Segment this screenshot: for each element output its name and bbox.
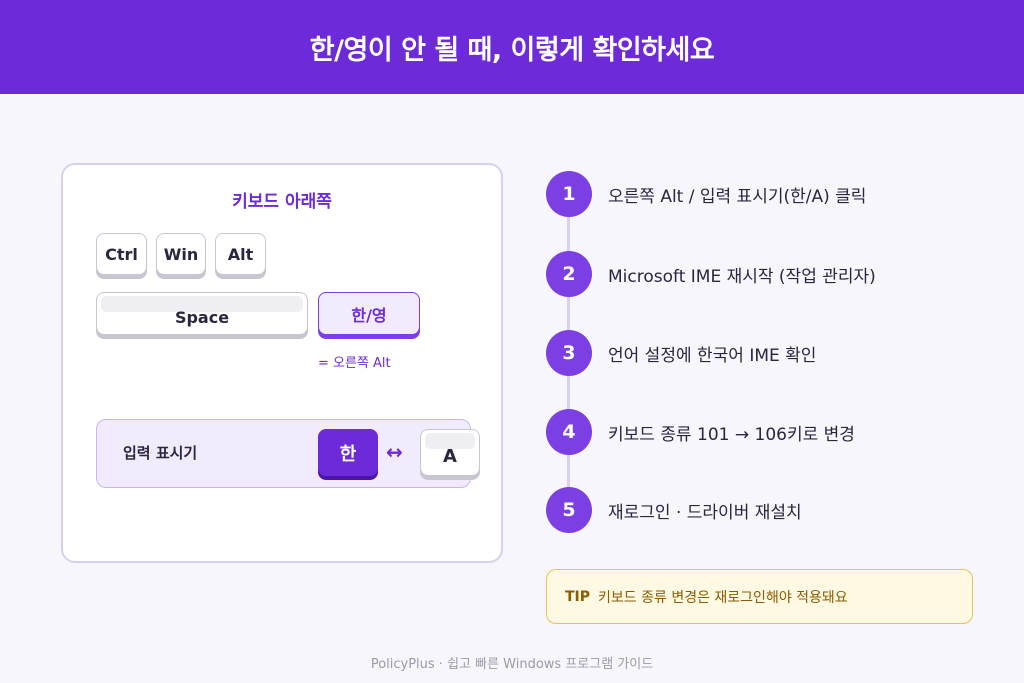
hanyoung-key: 한/영: [318, 292, 420, 335]
hanyoung-key-label: 한/영: [351, 305, 387, 325]
space-key-label: Space: [174, 308, 230, 327]
step-text: 오른쪽 Alt / 입력 표시기(한/A) 클릭: [608, 186, 867, 207]
header-banner: 한/영이 안 될 때, 이렇게 확인하세요: [0, 0, 1024, 94]
step-5: 5 재로그인 · 드라이버 재설치: [546, 487, 802, 533]
footer-credit: PolicyPlus · 쉽고 빠른 Windows 프로그램 가이드: [370, 657, 654, 672]
win-key-label: Win: [163, 244, 199, 264]
tip-label: TIP: [565, 588, 591, 605]
win-key: Win: [156, 233, 206, 275]
step-number-badge: 4: [546, 409, 592, 455]
hanyoung-note: = 오른쪽 Alt: [318, 356, 391, 371]
english-mode-label: A: [443, 446, 457, 467]
keyboard-card: 키보드 아래쪽 Ctrl Win Alt Space 한/영 = 오른쪽 Alt…: [61, 163, 503, 563]
tip-box: TIP 키보드 종류 변경은 재로그인해야 적용돼요: [546, 569, 973, 624]
input-indicator-label: 입력 표시기: [123, 444, 198, 462]
step-text: 재로그인 · 드라이버 재설치: [608, 502, 802, 523]
keyboard-card-title: 키보드 아래쪽: [232, 192, 332, 212]
step-number-badge: 5: [546, 487, 592, 533]
english-mode-key: A: [420, 429, 480, 476]
ctrl-key-label: Ctrl: [105, 244, 138, 264]
step-text: Microsoft IME 재시작 (작업 관리자): [608, 266, 876, 287]
swap-arrow-icon: ↔: [386, 440, 403, 464]
step-text: 키보드 종류 101 → 106키로 변경: [608, 424, 855, 445]
step-4: 4 키보드 종류 101 → 106키로 변경: [546, 409, 855, 455]
step-1: 1 오른쪽 Alt / 입력 표시기(한/A) 클릭: [546, 171, 866, 217]
alt-key-label: Alt: [227, 244, 254, 264]
space-key: Space: [96, 292, 308, 335]
alt-key: Alt: [215, 233, 266, 275]
step-2: 2 Microsoft IME 재시작 (작업 관리자): [546, 251, 876, 297]
ctrl-key: Ctrl: [96, 233, 147, 275]
step-number-badge: 3: [546, 330, 592, 376]
tip-text: 키보드 종류 변경은 재로그인해야 적용돼요: [598, 589, 848, 606]
step-number-badge: 1: [546, 171, 592, 217]
page-title: 한/영이 안 될 때, 이렇게 확인하세요: [309, 34, 715, 66]
han-mode-key: 한: [318, 429, 378, 476]
step-text: 언어 설정에 한국어 IME 확인: [608, 345, 817, 366]
step-number-badge: 2: [546, 251, 592, 297]
input-indicator-panel: 입력 표시기 한 ↔ A: [96, 419, 480, 488]
step-3: 3 언어 설정에 한국어 IME 확인: [546, 330, 816, 376]
